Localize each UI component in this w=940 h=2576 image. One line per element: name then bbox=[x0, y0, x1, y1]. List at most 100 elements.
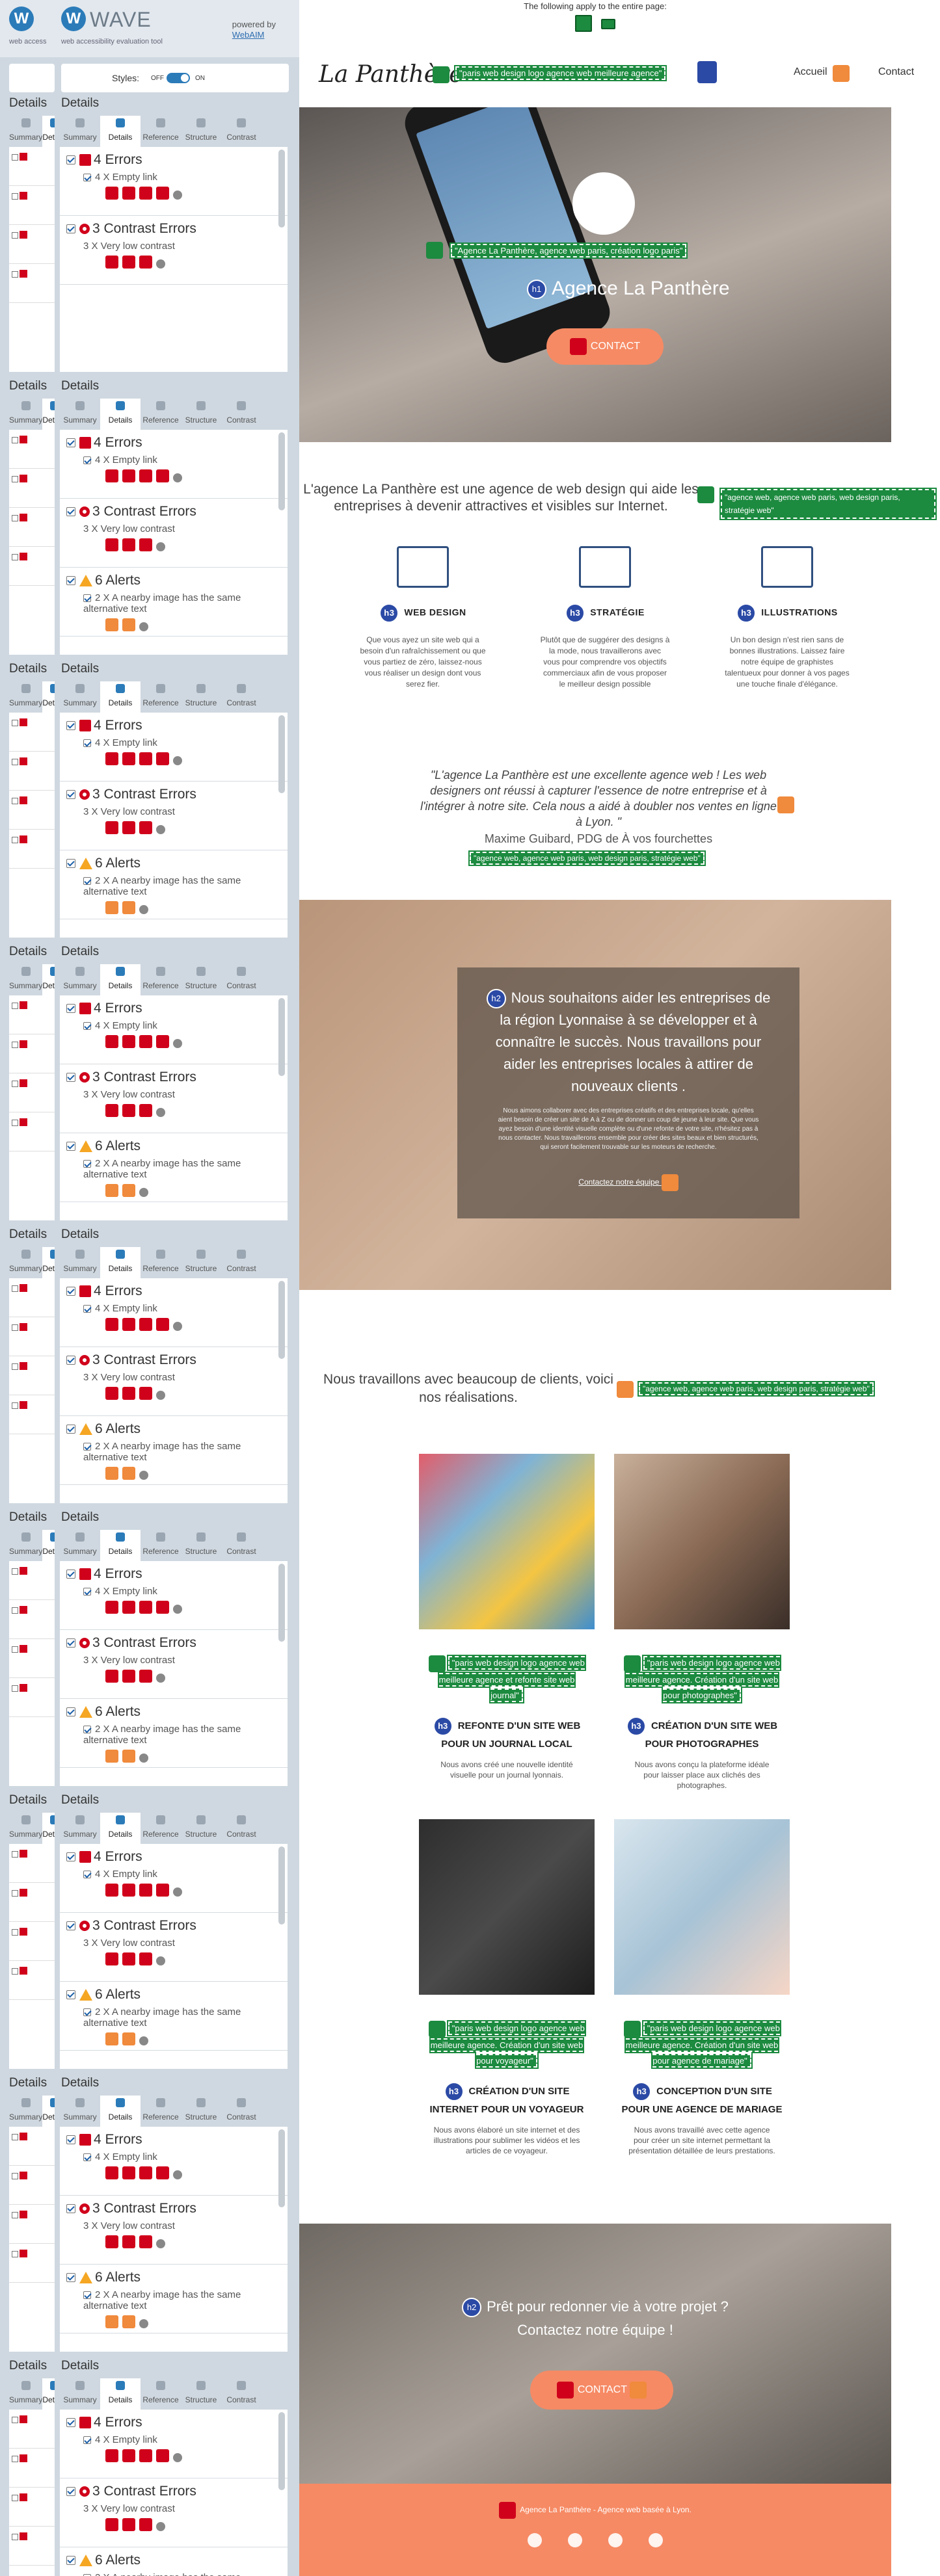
alerts-category[interactable]: 6 Alerts 2 X A nearby image has the same… bbox=[60, 850, 288, 919]
tab-structure[interactable]: Structure bbox=[181, 2378, 221, 2410]
tab-reference[interactable]: Reference bbox=[141, 681, 181, 713]
low-contrast-item[interactable]: 3 X Very low contrast bbox=[83, 1089, 288, 1100]
tab-summary[interactable]: Summary bbox=[9, 116, 42, 147]
alerts-checkbox[interactable] bbox=[66, 1707, 75, 1716]
contrast-category[interactable]: 3 Contrast Errors 3 X Very low contrast bbox=[60, 1913, 288, 1982]
list-scrollbar[interactable] bbox=[278, 1847, 285, 1925]
contrast-checkbox[interactable] bbox=[66, 2204, 75, 2213]
empty-link-item[interactable]: 4 X Empty link bbox=[83, 1586, 288, 1597]
errors-checkbox[interactable] bbox=[66, 2418, 75, 2427]
errors-checkbox[interactable] bbox=[66, 1570, 75, 1579]
contrast-category[interactable]: 3 Contrast Errors 3 X Very low contrast bbox=[60, 1347, 288, 1416]
project-image[interactable] bbox=[614, 1454, 790, 1629]
empty-link-item[interactable]: 4 X Empty link bbox=[83, 454, 288, 466]
tab-reference[interactable]: Reference bbox=[141, 116, 181, 147]
tab-contrast[interactable]: Contrast bbox=[221, 2378, 262, 2410]
contrast-category[interactable]: 3 Contrast Errors 3 X Very low contrast bbox=[60, 216, 288, 285]
nav-home[interactable]: Accueil bbox=[794, 66, 827, 78]
contrast-category[interactable]: 3 Contrast Errors 3 X Very low contrast bbox=[60, 499, 288, 568]
tab-summary[interactable]: Summary bbox=[60, 399, 100, 430]
tab-structure[interactable]: Structure bbox=[181, 1813, 221, 1844]
contrast-checkbox[interactable] bbox=[66, 1073, 75, 1082]
nearby-image-item[interactable]: 2 X A nearby image has the same alternat… bbox=[83, 1441, 288, 1463]
tab-details[interactable]: Details bbox=[100, 1813, 141, 1844]
tab-details[interactable]: Details bbox=[100, 2096, 141, 2127]
tab-details[interactable]: Details bbox=[42, 1247, 55, 1278]
errors-category[interactable]: 4 Errors 4 X Empty link bbox=[60, 147, 288, 216]
tab-summary[interactable]: Summary bbox=[60, 2096, 100, 2127]
tab-structure[interactable]: Structure bbox=[181, 399, 221, 430]
nearby-image-item[interactable]: 2 X A nearby image has the same alternat… bbox=[83, 1724, 288, 1746]
contrast-checkbox[interactable] bbox=[66, 1356, 75, 1365]
errors-category[interactable]: 4 Errors 4 X Empty link bbox=[60, 2410, 288, 2478]
nearby-image-item[interactable]: 2 X A nearby image has the same alternat… bbox=[83, 592, 288, 614]
low-contrast-item[interactable]: 3 X Very low contrast bbox=[83, 523, 288, 534]
errors-category[interactable]: 4 Errors 4 X Empty link bbox=[60, 1278, 288, 1347]
tab-reference[interactable]: Reference bbox=[141, 1813, 181, 1844]
tab-details[interactable]: Details bbox=[42, 2096, 55, 2127]
tab-structure[interactable]: Structure bbox=[181, 2096, 221, 2127]
errors-checkbox[interactable] bbox=[66, 155, 75, 164]
tab-contrast[interactable]: Contrast bbox=[221, 1813, 262, 1844]
contrast-category[interactable]: 3 Contrast Errors 3 X Very low contrast bbox=[60, 2478, 288, 2547]
tab-summary[interactable]: Summary bbox=[9, 681, 42, 713]
empty-link-item[interactable]: 4 X Empty link bbox=[83, 1869, 288, 1880]
empty-link-item[interactable]: 4 X Empty link bbox=[83, 1020, 288, 1031]
contrast-category[interactable]: 3 Contrast Errors 3 X Very low contrast bbox=[60, 1630, 288, 1699]
nearby-image-item[interactable]: 2 X A nearby image has the same alternat… bbox=[83, 2289, 288, 2311]
tab-contrast[interactable]: Contrast bbox=[221, 2096, 262, 2127]
tab-details[interactable]: Details bbox=[100, 399, 141, 430]
tab-summary[interactable]: Summary bbox=[9, 1813, 42, 1844]
mission-contact-link[interactable]: Contactez notre équipe bbox=[457, 1174, 799, 1191]
contrast-checkbox[interactable] bbox=[66, 1638, 75, 1648]
low-contrast-item[interactable]: 3 X Very low contrast bbox=[83, 1372, 288, 1383]
tab-details[interactable]: Details bbox=[100, 1247, 141, 1278]
list-scrollbar[interactable] bbox=[278, 1281, 285, 1359]
list-scrollbar[interactable] bbox=[278, 998, 285, 1076]
errors-category[interactable]: 4 Errors 4 X Empty link bbox=[60, 430, 288, 499]
tab-contrast[interactable]: Contrast bbox=[221, 1247, 262, 1278]
list-scrollbar[interactable] bbox=[278, 715, 285, 793]
tab-summary[interactable]: Summary bbox=[60, 116, 100, 147]
tab-summary[interactable]: Summary bbox=[60, 681, 100, 713]
cta-contact-button[interactable]: CONTACT bbox=[530, 2371, 673, 2410]
facebook-icon[interactable] bbox=[568, 2533, 582, 2547]
project-image[interactable] bbox=[614, 1819, 790, 1995]
contact-button[interactable]: CONTACT bbox=[546, 328, 664, 365]
alerts-category[interactable]: 6 Alerts 2 X A nearby image has the same… bbox=[60, 2547, 288, 2576]
alerts-category[interactable]: 6 Alerts 2 X A nearby image has the same… bbox=[60, 1699, 288, 1768]
tab-reference[interactable]: Reference bbox=[141, 399, 181, 430]
tab-contrast[interactable]: Contrast bbox=[221, 681, 262, 713]
tab-details[interactable]: Details bbox=[100, 1530, 141, 1561]
tab-details[interactable]: Details bbox=[100, 2378, 141, 2410]
tab-details[interactable]: Details bbox=[42, 1813, 55, 1844]
alerts-category[interactable]: 6 Alerts 2 X A nearby image has the same… bbox=[60, 1982, 288, 2051]
tab-summary[interactable]: Summary bbox=[9, 964, 42, 995]
tab-details[interactable]: Details bbox=[100, 116, 141, 147]
project-image[interactable] bbox=[419, 1454, 595, 1629]
alerts-checkbox[interactable] bbox=[66, 1990, 75, 1999]
contrast-checkbox[interactable] bbox=[66, 507, 75, 516]
tab-details[interactable]: Details bbox=[42, 399, 55, 430]
nearby-image-item[interactable]: 2 X A nearby image has the same alternat… bbox=[83, 875, 288, 897]
tab-details[interactable]: Details bbox=[100, 964, 141, 995]
empty-link-item[interactable]: 4 X Empty link bbox=[83, 2434, 288, 2445]
tab-contrast[interactable]: Contrast bbox=[221, 964, 262, 995]
list-scrollbar[interactable] bbox=[278, 1564, 285, 1642]
errors-checkbox[interactable] bbox=[66, 438, 75, 447]
alerts-checkbox[interactable] bbox=[66, 1425, 75, 1434]
tab-structure[interactable]: Structure bbox=[181, 681, 221, 713]
tab-summary[interactable]: Summary bbox=[9, 1530, 42, 1561]
tab-details[interactable]: Details bbox=[42, 2378, 55, 2410]
low-contrast-item[interactable]: 3 X Very low contrast bbox=[83, 2220, 288, 2231]
tab-details[interactable]: Details bbox=[42, 1530, 55, 1561]
tab-details[interactable]: Details bbox=[42, 964, 55, 995]
alerts-checkbox[interactable] bbox=[66, 1142, 75, 1151]
twitter-icon[interactable] bbox=[528, 2533, 542, 2547]
alerts-checkbox[interactable] bbox=[66, 2273, 75, 2282]
low-contrast-item[interactable]: 3 X Very low contrast bbox=[83, 1938, 288, 1949]
tab-structure[interactable]: Structure bbox=[181, 964, 221, 995]
errors-checkbox[interactable] bbox=[66, 1852, 75, 1861]
alerts-checkbox[interactable] bbox=[66, 2556, 75, 2565]
tab-reference[interactable]: Reference bbox=[141, 964, 181, 995]
